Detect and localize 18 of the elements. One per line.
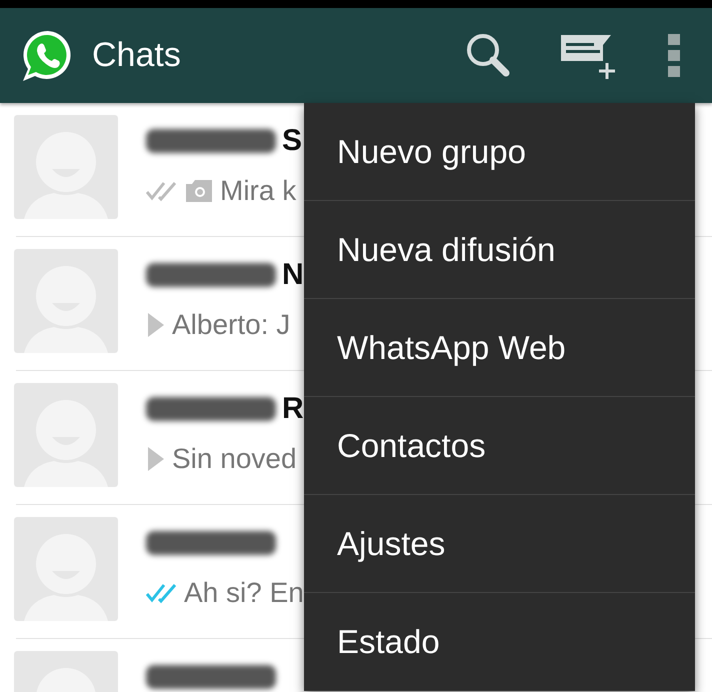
play-icon [146, 446, 166, 472]
menu-item[interactable]: Contactos [304, 397, 695, 495]
app-title: Chats [92, 36, 182, 75]
message-preview: Alberto: J [172, 309, 290, 341]
contact-name: N [282, 258, 304, 292]
camera-icon [184, 178, 214, 204]
menu-item[interactable]: Estado [304, 593, 695, 691]
menu-item[interactable]: Ajustes [304, 495, 695, 593]
menu-item[interactable]: Nuevo grupo [304, 103, 695, 201]
contact-name: S [282, 124, 302, 158]
menu-icon [667, 34, 681, 78]
contact-name: R [282, 392, 304, 426]
message-preview: Ah si? En [184, 577, 304, 609]
menu-item[interactable]: WhatsApp Web [304, 299, 695, 397]
message-preview: Sin noved [172, 443, 297, 475]
menu-item[interactable]: Nueva difusión [304, 201, 695, 299]
play-icon [146, 312, 166, 338]
message-preview: Mira k [220, 175, 296, 207]
